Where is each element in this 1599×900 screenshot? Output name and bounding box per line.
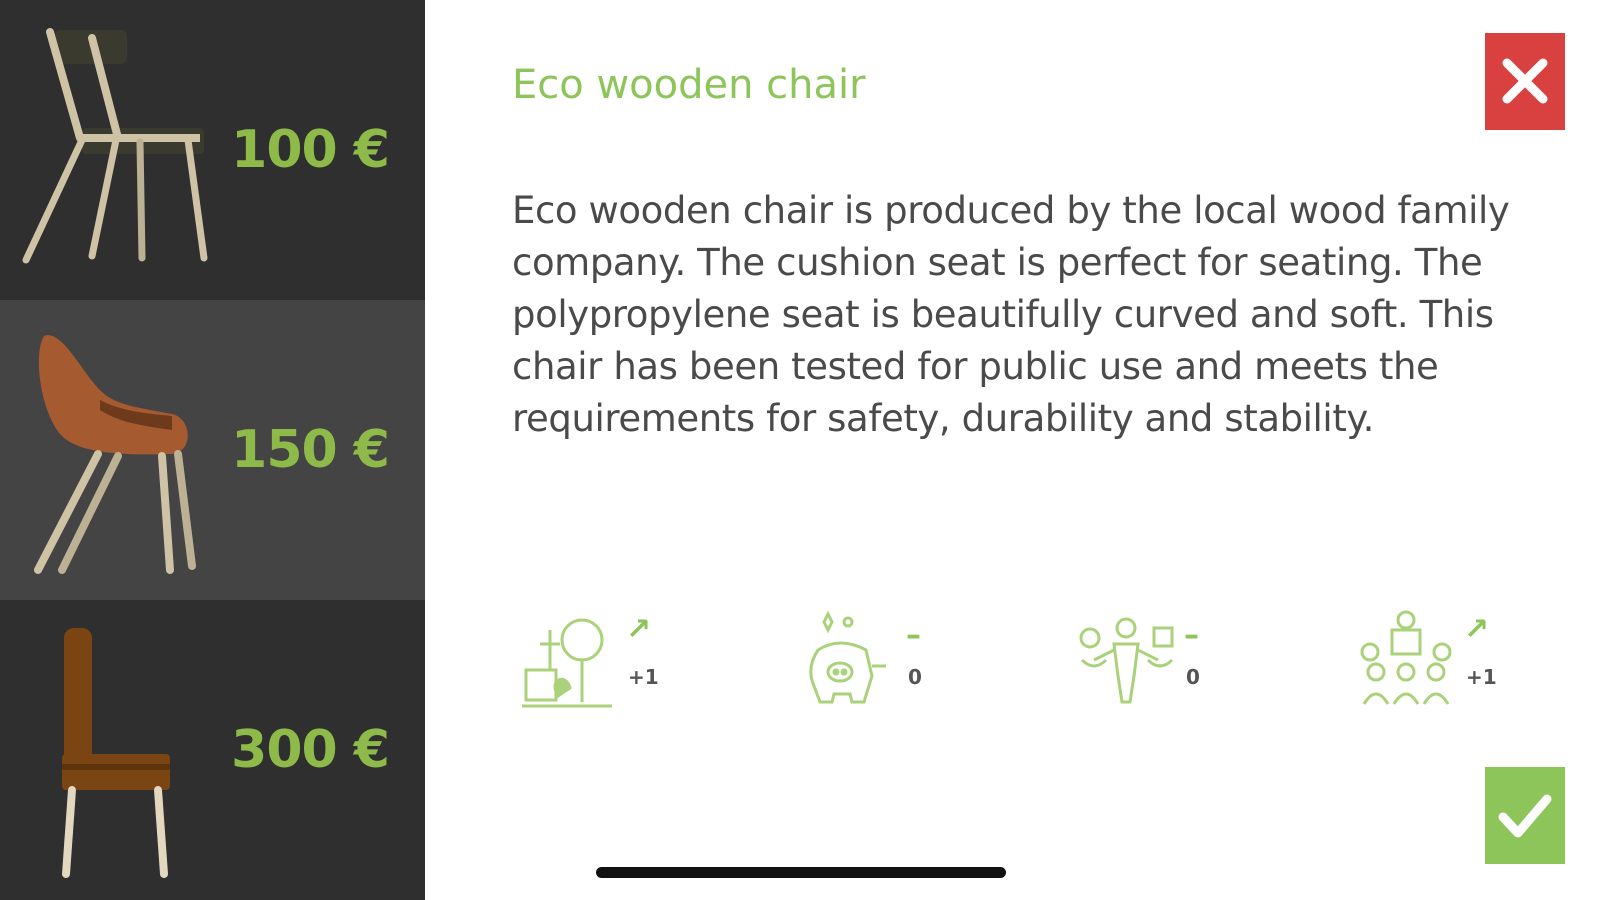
upholstered-chair-icon [34, 335, 196, 574]
chair-option-1[interactable]: 100 € [0, 0, 425, 300]
close-button[interactable] [1485, 33, 1565, 130]
option-price: 100 € [231, 120, 390, 180]
chair-option-3[interactable]: 300 € [0, 600, 425, 900]
impact-balance: – 0 [1078, 610, 1238, 720]
product-title: Eco wooden chair [512, 62, 866, 108]
impact-community: ↗ +1 [1358, 610, 1518, 720]
wooden-chair-icon [22, 28, 208, 264]
impact-delta: 0 [908, 665, 922, 689]
chair-option-2[interactable]: 150 € [0, 300, 425, 600]
confirm-button[interactable] [1485, 767, 1565, 864]
environment-icon [522, 618, 612, 708]
impact-savings: – 0 [800, 610, 960, 720]
checkmark-icon [1498, 794, 1552, 838]
impact-environment: ↗ +1 [520, 610, 680, 720]
impact-delta: +1 [628, 665, 659, 689]
impact-delta: 0 [1186, 665, 1200, 689]
close-icon [1502, 58, 1548, 104]
chair-options-sidebar: 100 € 150 € 300 € [0, 0, 425, 900]
brown-chair-icon [62, 628, 170, 878]
option-price: 300 € [231, 720, 390, 780]
piggy-bank-icon [809, 610, 886, 704]
impact-delta: +1 [1466, 665, 1497, 689]
option-price: 150 € [231, 420, 390, 480]
product-description: Eco wooden chair is produced by the loca… [512, 189, 1510, 440]
balance-person-icon [1079, 617, 1174, 704]
community-icon [1360, 610, 1452, 705]
impact-indicator: ↗ [1464, 612, 1490, 647]
impact-indicator: – [906, 618, 921, 653]
impact-indicator: – [1184, 618, 1199, 653]
home-indicator[interactable] [596, 867, 1006, 878]
impact-indicator: ↗ [626, 612, 652, 647]
